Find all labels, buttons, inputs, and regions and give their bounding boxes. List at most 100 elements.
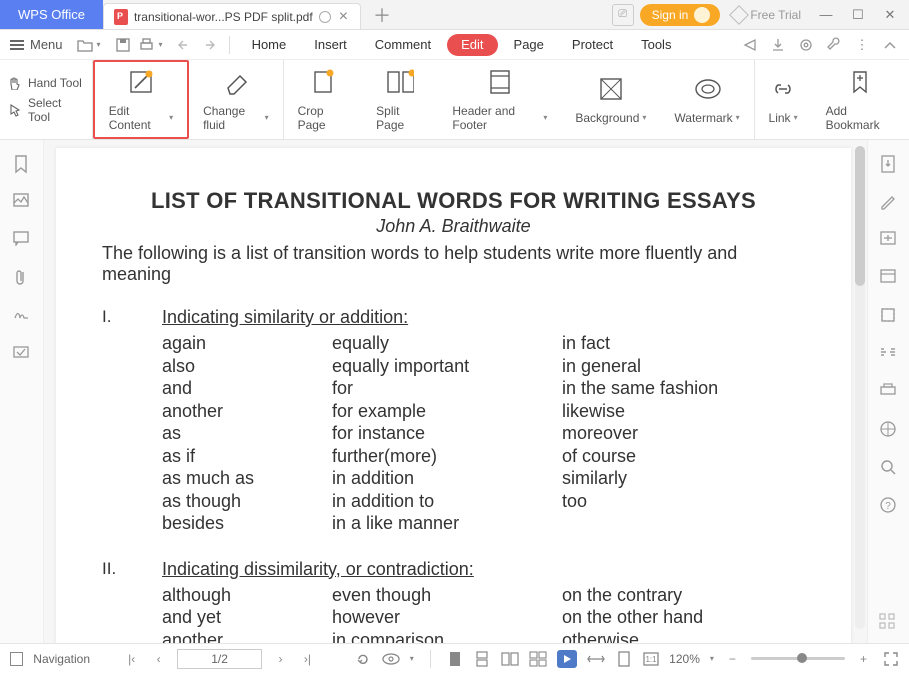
attachment-panel-icon[interactable] bbox=[12, 268, 32, 288]
save-icon[interactable] bbox=[113, 35, 133, 55]
ribbon-toolbar: Hand Tool Select Tool Edit Content▾ Chan… bbox=[0, 60, 909, 140]
hamburger-icon[interactable] bbox=[10, 40, 24, 50]
zoom-value[interactable]: 120% bbox=[669, 652, 700, 666]
divider bbox=[430, 650, 431, 668]
tab-home[interactable]: Home bbox=[240, 30, 299, 60]
edit-text-icon[interactable] bbox=[879, 192, 899, 212]
undo-icon[interactable] bbox=[175, 35, 195, 55]
fit-page-icon[interactable] bbox=[615, 650, 632, 668]
sign-in-button[interactable]: Sign in bbox=[640, 4, 721, 26]
split-page-button[interactable]: Split Page bbox=[362, 60, 438, 139]
maximize-button[interactable]: ☐ bbox=[845, 7, 871, 23]
fullscreen-button[interactable] bbox=[882, 650, 899, 668]
view-mode-icon[interactable] bbox=[382, 650, 400, 668]
export-icon[interactable] bbox=[769, 36, 787, 54]
open-dropdown-caret[interactable]: ▾ bbox=[97, 40, 101, 49]
tab-edit[interactable]: Edit bbox=[447, 34, 497, 56]
open-file-icon[interactable] bbox=[75, 35, 95, 55]
two-page-cont-icon[interactable] bbox=[529, 650, 547, 668]
crop-icon bbox=[309, 68, 337, 96]
window-list-icon[interactable]: ⎚ bbox=[612, 4, 634, 26]
split-icon bbox=[386, 68, 414, 96]
translate-icon[interactable] bbox=[879, 420, 899, 440]
comment-panel-icon[interactable] bbox=[12, 230, 32, 250]
single-page-icon[interactable] bbox=[447, 650, 464, 668]
signature-panel-icon[interactable] bbox=[12, 306, 32, 326]
tab-tools[interactable]: Tools bbox=[629, 30, 683, 60]
tab-page[interactable]: Page bbox=[502, 30, 556, 60]
tab-protect[interactable]: Protect bbox=[560, 30, 625, 60]
bookmark-panel-icon[interactable] bbox=[12, 154, 32, 174]
redo-icon[interactable] bbox=[199, 35, 219, 55]
collapse-ribbon-icon[interactable] bbox=[881, 36, 899, 54]
next-page-button[interactable]: › bbox=[272, 650, 289, 668]
convert-icon[interactable] bbox=[879, 230, 899, 250]
word-column: equallyequally importantforfor examplefo… bbox=[332, 332, 562, 535]
ocr-icon[interactable] bbox=[879, 344, 899, 364]
section-heading: Indicating similarity or addition: bbox=[162, 307, 805, 328]
wrench-icon[interactable] bbox=[825, 36, 843, 54]
close-window-button[interactable]: ✕ bbox=[877, 7, 903, 23]
two-page-icon[interactable] bbox=[501, 650, 519, 668]
add-bookmark-button[interactable]: Add Bookmark bbox=[812, 60, 909, 139]
continuous-page-icon[interactable] bbox=[474, 650, 491, 668]
new-tab-button[interactable]: ＋ bbox=[361, 0, 403, 29]
select-tool-button[interactable]: Select Tool bbox=[8, 96, 84, 124]
header-footer-button[interactable]: Header and Footer▾ bbox=[438, 60, 561, 139]
close-tab-button[interactable]: × bbox=[337, 8, 350, 26]
watermark-button[interactable]: Watermark▾ bbox=[660, 60, 753, 139]
free-trial-button[interactable]: Free Trial bbox=[726, 8, 807, 22]
fit-width-icon[interactable] bbox=[587, 650, 605, 668]
prev-page-button[interactable]: ‹ bbox=[150, 650, 167, 668]
zoom-slider[interactable] bbox=[751, 657, 845, 660]
chevron-down-icon: ▾ bbox=[642, 113, 646, 122]
tab-insert[interactable]: Insert bbox=[302, 30, 359, 60]
scrollbar-thumb[interactable] bbox=[855, 146, 865, 286]
crop-page-button[interactable]: Crop Page bbox=[284, 60, 363, 139]
word-column: even thoughhoweverin comparison bbox=[332, 584, 562, 644]
rotate-icon[interactable] bbox=[355, 650, 372, 668]
navigation-label[interactable]: Navigation bbox=[33, 652, 90, 666]
vertical-scrollbar[interactable] bbox=[855, 146, 865, 629]
header-footer-label: Header and Footer bbox=[452, 104, 540, 132]
section-roman: I. bbox=[102, 307, 124, 535]
settings-icon[interactable] bbox=[797, 36, 815, 54]
edit-content-button[interactable]: Edit Content▾ bbox=[93, 60, 189, 139]
zoom-out-button[interactable]: − bbox=[724, 650, 741, 668]
apps-grid-icon[interactable] bbox=[879, 613, 899, 633]
hand-tool-button[interactable]: Hand Tool bbox=[8, 76, 84, 90]
print-side-icon[interactable] bbox=[879, 382, 899, 402]
doc-title: LIST OF TRANSITIONAL WORDS FOR WRITING E… bbox=[102, 188, 805, 214]
left-sidebar bbox=[0, 140, 44, 643]
link-button[interactable]: Link▾ bbox=[755, 60, 812, 139]
slideshow-button[interactable] bbox=[557, 650, 578, 668]
zoom-slider-thumb[interactable] bbox=[797, 653, 807, 663]
document-tab[interactable]: transitional-wor...PS PDF split.pdf × bbox=[103, 3, 361, 29]
menu-button[interactable]: Menu bbox=[30, 37, 63, 52]
background-button[interactable]: Background▾ bbox=[561, 60, 660, 139]
export-pdf-icon[interactable] bbox=[879, 154, 899, 174]
field-panel-icon[interactable] bbox=[12, 344, 32, 364]
navigation-pane-icon[interactable] bbox=[10, 652, 23, 666]
chevron-down-icon[interactable]: ▾ bbox=[710, 654, 714, 663]
compress-icon[interactable] bbox=[879, 268, 899, 288]
print-dropdown-caret[interactable]: ▾ bbox=[159, 40, 163, 49]
actual-size-icon[interactable]: 1:1 bbox=[642, 650, 659, 668]
zoom-in-button[interactable]: + bbox=[855, 650, 872, 668]
print-icon[interactable] bbox=[137, 35, 157, 55]
chevron-down-icon[interactable]: ▾ bbox=[410, 654, 414, 663]
change-fluid-button[interactable]: Change fluid▾ bbox=[189, 60, 283, 139]
last-page-button[interactable]: ›| bbox=[299, 650, 316, 668]
search-side-icon[interactable] bbox=[879, 458, 899, 478]
page-manage-icon[interactable] bbox=[879, 306, 899, 326]
document-viewport[interactable]: LIST OF TRANSITIONAL WORDS FOR WRITING E… bbox=[44, 140, 867, 643]
share-icon[interactable] bbox=[741, 36, 759, 54]
word-column: on the contraryon the other handotherwis… bbox=[562, 584, 805, 644]
page-number-input[interactable]: 1/2 bbox=[177, 649, 262, 669]
more-icon[interactable]: ⋮ bbox=[853, 36, 871, 54]
help-icon[interactable]: ? bbox=[879, 496, 899, 516]
first-page-button[interactable]: |‹ bbox=[123, 650, 140, 668]
tab-comment[interactable]: Comment bbox=[363, 30, 443, 60]
thumbnail-panel-icon[interactable] bbox=[12, 192, 32, 212]
minimize-button[interactable]: — bbox=[813, 7, 839, 22]
